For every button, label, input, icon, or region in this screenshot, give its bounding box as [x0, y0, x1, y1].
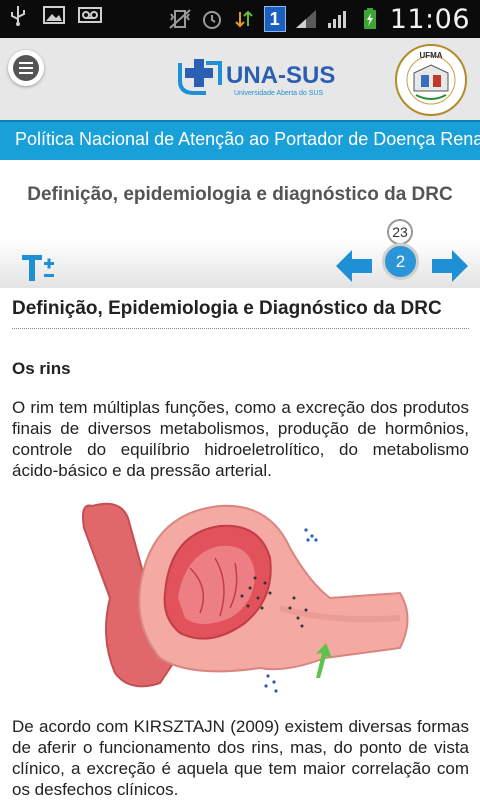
vibrate-icon: [169, 9, 191, 29]
arrow-right-icon[interactable]: [432, 250, 468, 282]
notification-icons: [6, 4, 102, 26]
svg-text:Universidade Aberta do SUS: Universidade Aberta do SUS: [234, 90, 323, 97]
app-header: UNA-SUS Universidade Aberta do SUS UFMA: [0, 38, 480, 120]
paragraph: De acordo com KIRSZTAJN (2009) existem d…: [12, 717, 469, 799]
unasus-logo: UNA-SUS Universidade Aberta do SUS: [178, 59, 335, 97]
sim-icon: 1: [263, 6, 286, 32]
usb-icon: [11, 6, 25, 26]
system-icons: 1 11:06: [168, 0, 470, 38]
arrow-left-icon[interactable]: [336, 250, 372, 282]
voicemail-icon: [78, 7, 102, 23]
article-content: Definição, Epidemiologia e Diagnóstico d…: [12, 298, 469, 481]
alarm-icon: [202, 11, 221, 29]
kidney-illustration: [82, 502, 409, 693]
total-pages-badge: 23: [387, 219, 413, 245]
svg-text:UNA-SUS: UNA-SUS: [226, 62, 335, 89]
paragraph: O rim tem múltiplas funções, como a excr…: [12, 398, 469, 480]
clock: 11:06: [389, 3, 470, 35]
text-size-icon[interactable]: [20, 250, 56, 284]
current-page-badge[interactable]: 2: [382, 243, 419, 280]
chapter-title-bar: Política Nacional de Atenção ao Portador…: [0, 120, 480, 160]
menu-icon: [13, 55, 39, 81]
section-subtitle: Definição, epidemiologia e diagnóstico d…: [27, 184, 453, 205]
article-subheading: Os rins: [12, 359, 71, 378]
data-arrows-icon: [234, 10, 253, 28]
svg-text:UFMA: UFMA: [419, 51, 442, 60]
image-icon: [43, 6, 65, 24]
ufma-seal: UFMA: [395, 44, 467, 116]
signal-icon: [327, 11, 346, 28]
signal-icon: [295, 10, 316, 28]
battery-charging-icon: [363, 8, 376, 29]
article-heading: Definição, Epidemiologia e Diagnóstico d…: [12, 298, 469, 329]
menu-button[interactable]: [8, 50, 44, 86]
chapter-title: Política Nacional de Atenção ao Portador…: [15, 129, 480, 149]
status-bar: 1 11:06: [0, 0, 480, 38]
